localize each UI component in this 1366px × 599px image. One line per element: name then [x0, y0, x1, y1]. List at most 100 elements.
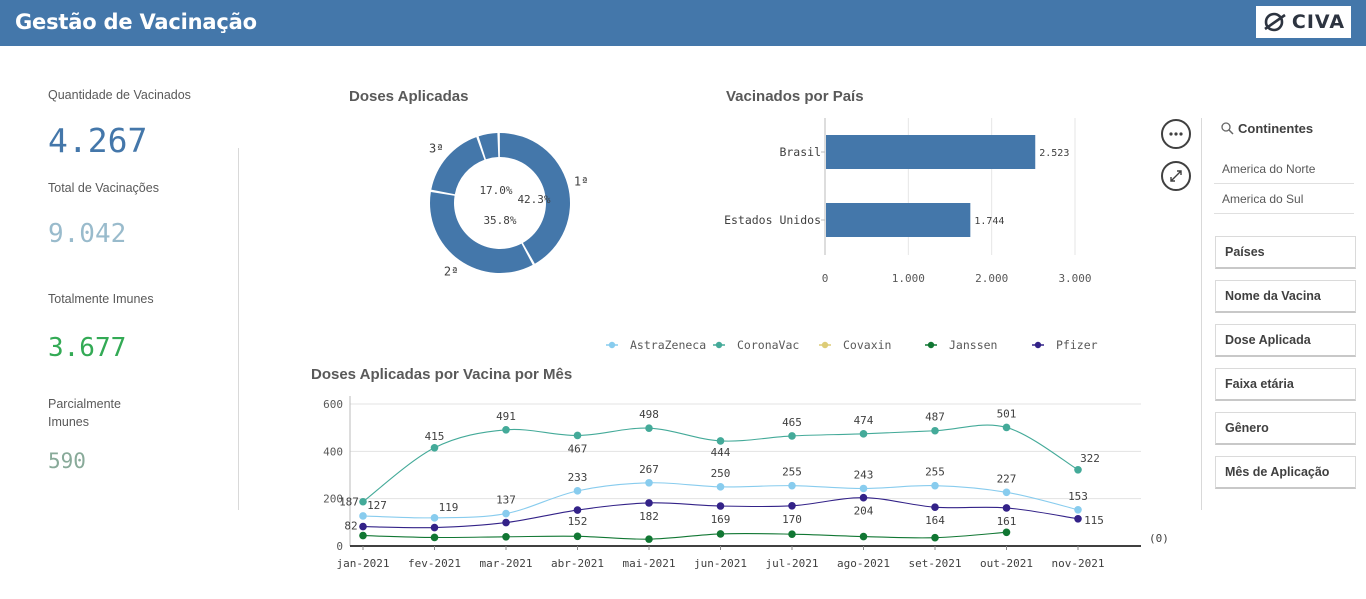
point-coronavac	[716, 437, 725, 445]
data-label-coronavac: 491	[496, 410, 516, 423]
kpi-total-vaccinations-label: Total de Vacinações	[48, 181, 159, 195]
bar-0	[826, 135, 1036, 169]
bar-1	[826, 203, 971, 237]
bar-x-tick: 3.000	[1058, 272, 1091, 285]
line-y-tick: 600	[323, 398, 343, 411]
point-janssen	[1002, 528, 1011, 537]
point-astrazeneca	[359, 512, 367, 520]
series-line-janssen	[362, 531, 1007, 540]
donut-pct-label: 17.0%	[479, 184, 512, 197]
country-bar-chart[interactable]: 0 1.000 2.000 3.000 Brasil 2.523 Estados Unido…	[700, 110, 1120, 295]
line-x-tick: ago-2021	[837, 557, 890, 570]
data-label-astrazeneca: 250	[711, 467, 731, 480]
continent-item-south-america[interactable]: America do Sul	[1214, 184, 1354, 214]
point-coronavac	[1002, 423, 1011, 432]
more-horizontal-icon	[1169, 132, 1183, 136]
line-y-note: (0)	[1149, 532, 1169, 545]
point-coronavac	[502, 425, 510, 434]
kpi-partially-immune-label-1: Parcialmente	[48, 397, 121, 411]
point-coronavac	[931, 426, 939, 435]
bar-x-tick: 1.000	[892, 272, 925, 285]
data-label-astrazeneca: 255	[782, 466, 802, 479]
bar-category-label: Estados Unidos	[724, 213, 821, 227]
line-x-tick: out-2021	[980, 557, 1033, 570]
bar-chart-title: Vacinados por País	[726, 88, 864, 105]
data-label-coronavac: 501	[997, 407, 1017, 420]
donut-outer-label: 2ª	[444, 264, 458, 278]
point-astrazeneca	[716, 483, 725, 491]
data-label-coronavac: 465	[782, 416, 802, 429]
line-y-tick: 0	[336, 540, 343, 553]
kpi-vaccinated-value: 4.267	[48, 121, 148, 160]
kpi-total-vaccinations-value: 9.042	[48, 219, 127, 249]
data-label-astrazeneca: 233	[568, 471, 588, 484]
legend-label: AstraZeneca	[630, 338, 706, 352]
continents-filter-title[interactable]: Continentes	[1238, 121, 1313, 136]
point-pfizer	[359, 522, 367, 531]
top-bar: Gestão de Vacinação CIVA	[0, 0, 1366, 46]
legend-label: Janssen	[949, 338, 997, 352]
point-janssen	[359, 531, 367, 540]
continent-item-north-america[interactable]: America do Norte	[1214, 154, 1354, 184]
point-pfizer	[430, 523, 439, 532]
legend-item-pfizer: Pfizer	[1032, 338, 1098, 352]
kpi-fully-immune-label: Totalmente Imunes	[48, 292, 154, 306]
vaccine-month-line-chart[interactable]: AstraZeneca CoronaVac Covaxin Janssen Pfizer…	[300, 330, 1180, 580]
more-options-button[interactable]	[1161, 119, 1191, 149]
filter-gender-button[interactable]: Gênero	[1215, 412, 1356, 445]
filter-dose-button[interactable]: Dose Aplicada	[1215, 324, 1356, 357]
point-astrazeneca	[859, 484, 868, 493]
point-pfizer	[859, 493, 868, 502]
point-janssen	[430, 533, 439, 542]
donut-outer-label: 3ª	[429, 141, 443, 155]
data-label-coronavac: 487	[925, 411, 945, 424]
donut-outer-label: 1ª	[574, 174, 588, 188]
point-pfizer	[1002, 504, 1011, 512]
doses-donut-chart[interactable]: 1ª 2ª 3ª 42.3%35.8% 17.0%	[420, 120, 620, 295]
data-label-pfizer: 152	[568, 515, 588, 528]
legend-item-coronavac: CoronaVac	[713, 338, 799, 352]
point-coronavac	[359, 497, 367, 506]
bar-x-tick: 2.000	[975, 272, 1008, 285]
line-x-tick: jun-2021	[694, 557, 747, 570]
app-title: Gestão de Vacinação	[15, 10, 257, 34]
point-astrazeneca	[502, 509, 510, 518]
point-pfizer	[645, 499, 653, 507]
point-pfizer	[573, 506, 582, 514]
search-icon[interactable]	[1221, 122, 1234, 135]
filter-vaccine-name-button[interactable]: Nome da Vacina	[1215, 280, 1356, 313]
data-label-astrazeneca: 153	[1068, 490, 1088, 503]
legend-label: Covaxin	[843, 338, 891, 352]
point-pfizer	[788, 501, 796, 510]
data-label-coronavac: 187	[339, 496, 359, 509]
point-janssen	[573, 532, 582, 541]
line-x-tick: abr-2021	[551, 557, 604, 570]
legend-item-janssen: Janssen	[925, 338, 997, 352]
data-label-pfizer: 164	[925, 514, 945, 527]
line-y-tick: 400	[323, 445, 343, 458]
filter-paises-button[interactable]: Países	[1215, 236, 1356, 269]
data-label-pfizer: 82	[344, 520, 357, 533]
data-label-astrazeneca: 127	[367, 499, 387, 512]
donut-pct-label: 35.8%	[483, 214, 516, 227]
line-x-tick: mar-2021	[480, 557, 533, 570]
line-x-tick: nov-2021	[1052, 557, 1105, 570]
civa-logo-icon	[1264, 12, 1286, 32]
data-label-pfizer: 170	[782, 513, 802, 526]
line-x-tick: fev-2021	[408, 557, 461, 570]
filter-age-range-button[interactable]: Faixa etária	[1215, 368, 1356, 401]
donut-pct-label: 42.3%	[517, 193, 550, 206]
bar-x-tick: 0	[822, 272, 829, 285]
data-label-astrazeneca: 267	[639, 463, 659, 476]
legend-label: Pfizer	[1056, 338, 1098, 352]
kpi-partially-immune-label-2: Imunes	[48, 415, 89, 429]
data-label-coronavac: 415	[425, 430, 445, 443]
legend-label: CoronaVac	[737, 338, 799, 352]
point-astrazeneca	[573, 487, 582, 495]
data-label-pfizer: 182	[639, 510, 659, 523]
filter-month-button[interactable]: Mês de Aplicação	[1215, 456, 1356, 489]
kpi-divider	[238, 148, 239, 510]
point-coronavac	[645, 424, 653, 432]
expand-button[interactable]	[1161, 161, 1191, 191]
bar-value-label: 1.744	[974, 216, 1004, 227]
